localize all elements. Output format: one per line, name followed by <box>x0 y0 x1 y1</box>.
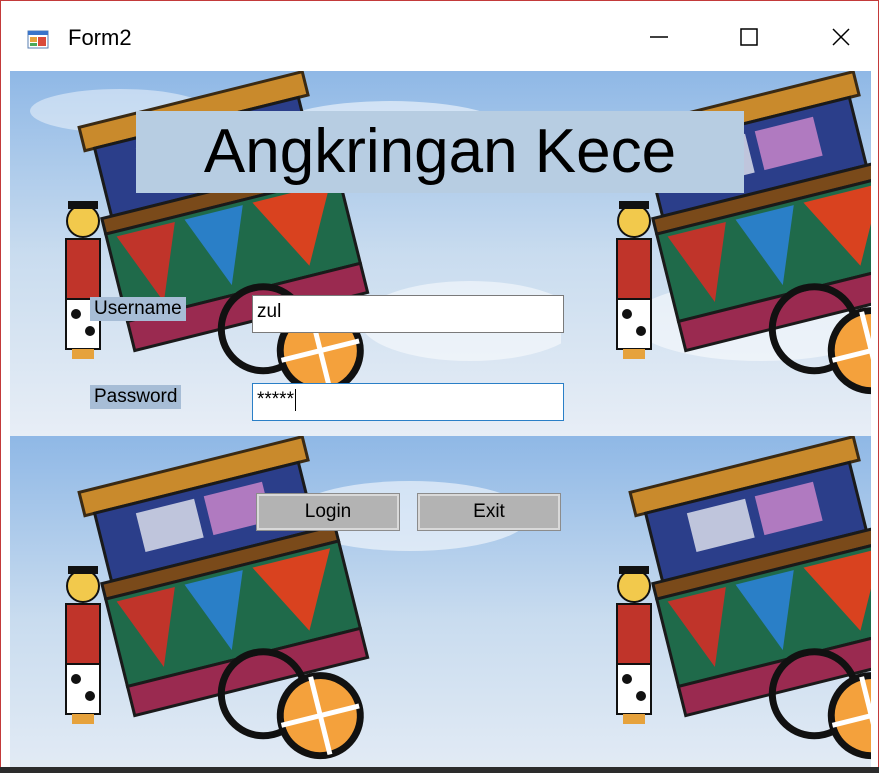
text-caret <box>294 388 296 411</box>
username-label: Username <box>90 297 186 321</box>
app-icon <box>27 28 49 50</box>
background-tile <box>561 436 871 768</box>
form2-window: Form2 Angkringan Kece Username zul Passw… <box>0 0 879 773</box>
login-button[interactable]: Login <box>256 493 400 531</box>
minimize-icon <box>650 36 668 38</box>
exit-button[interactable]: Exit <box>417 493 561 531</box>
minimize-button[interactable] <box>629 11 689 63</box>
background-tile <box>10 436 561 768</box>
title-bar[interactable]: Form2 <box>1 1 878 71</box>
taskbar-edge <box>0 767 879 773</box>
username-input[interactable]: zul <box>252 295 564 333</box>
password-value: ***** <box>257 389 294 410</box>
maximize-button[interactable] <box>719 11 779 63</box>
maximize-icon <box>740 28 758 46</box>
password-label: Password <box>90 385 182 409</box>
close-icon <box>832 28 850 46</box>
window-title: Form2 <box>68 25 132 50</box>
app-heading: Angkringan Kece <box>136 111 744 193</box>
close-button[interactable] <box>811 11 871 63</box>
password-input[interactable]: ***** <box>252 383 564 421</box>
username-value: zul <box>257 301 282 322</box>
